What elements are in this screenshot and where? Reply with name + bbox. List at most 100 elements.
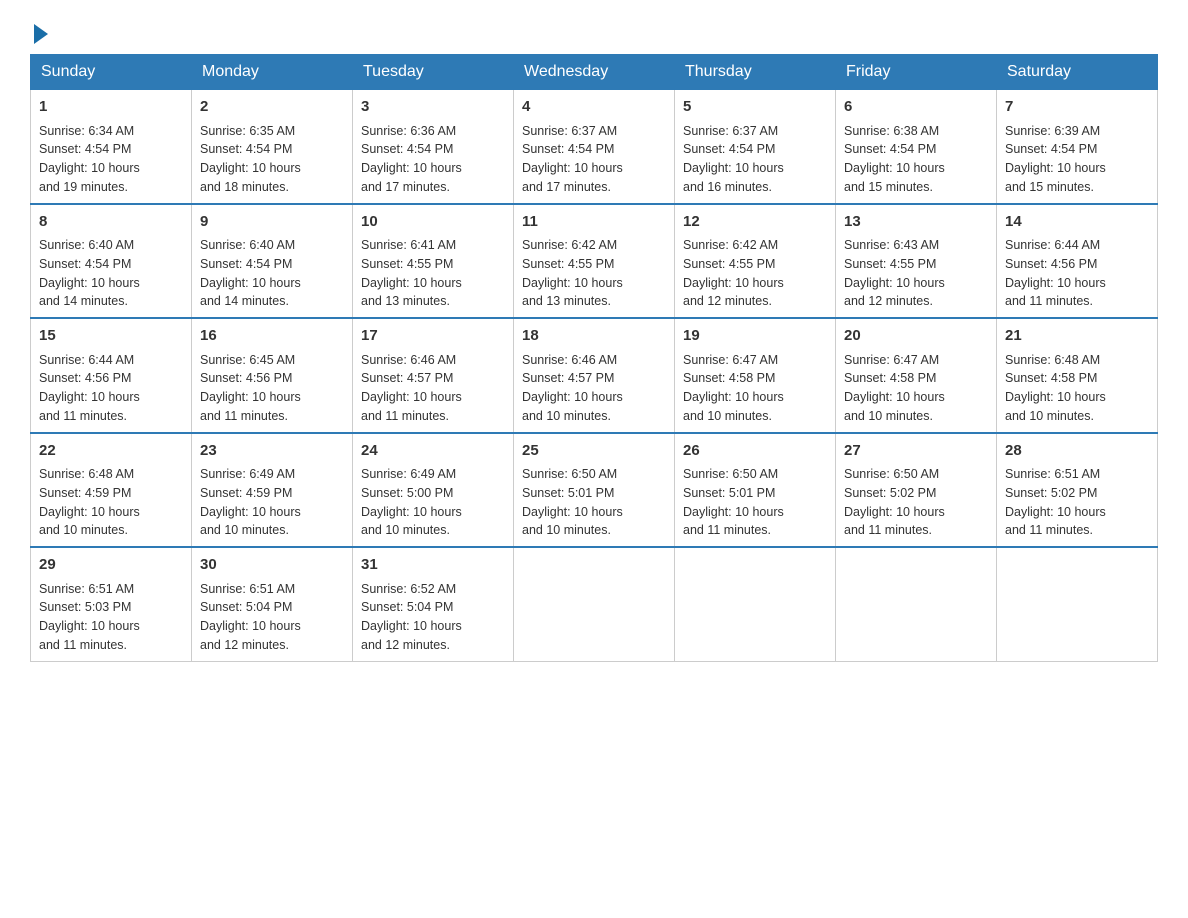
week-row-3: 15 Sunrise: 6:44 AMSunset: 4:56 PMDayligh… xyxy=(31,318,1158,433)
weekday-header-thursday: Thursday xyxy=(675,55,836,90)
calendar-cell: 23Sunrise: 6:49 AMSunset: 4:59 PMDayligh… xyxy=(192,433,353,548)
day-number: 3 xyxy=(361,96,505,119)
weekday-header-friday: Friday xyxy=(836,55,997,90)
day-info: Sunrise: 6:44 AMSunset: 4:56 PMDaylight:… xyxy=(39,351,183,426)
day-number: 18 xyxy=(522,325,666,348)
calendar-cell: 20 Sunrise: 6:47 AMSunset: 4:58 PMDayligh… xyxy=(836,318,997,433)
day-info: Sunrise: 6:35 AMSunset: 4:54 PMDaylight:… xyxy=(200,122,344,197)
week-row-4: 22Sunrise: 6:48 AMSunset: 4:59 PMDayligh… xyxy=(31,433,1158,548)
day-number: 20 xyxy=(844,325,988,348)
calendar-cell: 7 Sunrise: 6:39 AMSunset: 4:54 PMDaylight… xyxy=(997,90,1158,204)
day-number: 9 xyxy=(200,211,344,234)
calendar-cell: 24Sunrise: 6:49 AMSunset: 5:00 PMDayligh… xyxy=(353,433,514,548)
calendar-cell: 9Sunrise: 6:40 AMSunset: 4:54 PMDaylight… xyxy=(192,204,353,319)
day-info: Sunrise: 6:46 AMSunset: 4:57 PMDaylight:… xyxy=(361,351,505,426)
day-info: Sunrise: 6:47 AMSunset: 4:58 PMDaylight:… xyxy=(683,351,827,426)
calendar-cell: 30 Sunrise: 6:51 AMSunset: 5:04 PMDayligh… xyxy=(192,547,353,661)
day-info: Sunrise: 6:51 AMSunset: 5:02 PMDaylight:… xyxy=(1005,465,1149,540)
day-number: 10 xyxy=(361,211,505,234)
day-info: Sunrise: 6:44 AMSunset: 4:56 PMDaylight:… xyxy=(1005,236,1149,311)
day-info: Sunrise: 6:48 AMSunset: 4:59 PMDaylight:… xyxy=(39,465,183,540)
calendar-cell: 4 Sunrise: 6:37 AMSunset: 4:54 PMDaylight… xyxy=(514,90,675,204)
calendar-cell: 12Sunrise: 6:42 AMSunset: 4:55 PMDayligh… xyxy=(675,204,836,319)
day-info: Sunrise: 6:37 AMSunset: 4:54 PMDaylight:… xyxy=(522,122,666,197)
calendar-cell: 3 Sunrise: 6:36 AMSunset: 4:54 PMDaylight… xyxy=(353,90,514,204)
day-info: Sunrise: 6:38 AMSunset: 4:54 PMDaylight:… xyxy=(844,122,988,197)
day-number: 14 xyxy=(1005,211,1149,234)
calendar-cell xyxy=(675,547,836,661)
day-info: Sunrise: 6:37 AMSunset: 4:54 PMDaylight:… xyxy=(683,122,827,197)
day-number: 21 xyxy=(1005,325,1149,348)
day-info: Sunrise: 6:41 AMSunset: 4:55 PMDaylight:… xyxy=(361,236,505,311)
day-info: Sunrise: 6:45 AMSunset: 4:56 PMDaylight:… xyxy=(200,351,344,426)
day-number: 17 xyxy=(361,325,505,348)
day-info: Sunrise: 6:42 AMSunset: 4:55 PMDaylight:… xyxy=(522,236,666,311)
header-area xyxy=(30,20,1158,44)
day-info: Sunrise: 6:40 AMSunset: 4:54 PMDaylight:… xyxy=(39,236,183,311)
day-number: 28 xyxy=(1005,440,1149,463)
day-info: Sunrise: 6:51 AMSunset: 5:04 PMDaylight:… xyxy=(200,580,344,655)
day-number: 27 xyxy=(844,440,988,463)
logo xyxy=(30,20,48,44)
day-number: 12 xyxy=(683,211,827,234)
day-info: Sunrise: 6:49 AMSunset: 4:59 PMDaylight:… xyxy=(200,465,344,540)
calendar-cell: 18Sunrise: 6:46 AMSunset: 4:57 PMDayligh… xyxy=(514,318,675,433)
calendar-cell: 29Sunrise: 6:51 AMSunset: 5:03 PMDayligh… xyxy=(31,547,192,661)
weekday-header-row: SundayMondayTuesdayWednesdayThursdayFrid… xyxy=(31,55,1158,90)
day-info: Sunrise: 6:50 AMSunset: 5:01 PMDaylight:… xyxy=(522,465,666,540)
day-info: Sunrise: 6:36 AMSunset: 4:54 PMDaylight:… xyxy=(361,122,505,197)
week-row-2: 8Sunrise: 6:40 AMSunset: 4:54 PMDaylight… xyxy=(31,204,1158,319)
calendar-cell: 27Sunrise: 6:50 AMSunset: 5:02 PMDayligh… xyxy=(836,433,997,548)
calendar-cell: 15 Sunrise: 6:44 AMSunset: 4:56 PMDayligh… xyxy=(31,318,192,433)
week-row-1: 1 Sunrise: 6:34 AMSunset: 4:54 PMDaylight… xyxy=(31,90,1158,204)
day-number: 8 xyxy=(39,211,183,234)
day-number: 11 xyxy=(522,211,666,234)
day-number: 30 xyxy=(200,554,344,577)
calendar-cell xyxy=(997,547,1158,661)
day-info: Sunrise: 6:40 AMSunset: 4:54 PMDaylight:… xyxy=(200,236,344,311)
day-number: 19 xyxy=(683,325,827,348)
day-info: Sunrise: 6:43 AMSunset: 4:55 PMDaylight:… xyxy=(844,236,988,311)
day-number: 22 xyxy=(39,440,183,463)
day-info: Sunrise: 6:47 AMSunset: 4:58 PMDaylight:… xyxy=(844,351,988,426)
calendar-cell: 28Sunrise: 6:51 AMSunset: 5:02 PMDayligh… xyxy=(997,433,1158,548)
calendar-table: SundayMondayTuesdayWednesdayThursdayFrid… xyxy=(30,54,1158,662)
calendar-cell: 6 Sunrise: 6:38 AMSunset: 4:54 PMDaylight… xyxy=(836,90,997,204)
weekday-header-saturday: Saturday xyxy=(997,55,1158,90)
day-info: Sunrise: 6:50 AMSunset: 5:02 PMDaylight:… xyxy=(844,465,988,540)
logo-arrow-icon xyxy=(34,24,48,44)
day-info: Sunrise: 6:39 AMSunset: 4:54 PMDaylight:… xyxy=(1005,122,1149,197)
day-number: 29 xyxy=(39,554,183,577)
day-number: 31 xyxy=(361,554,505,577)
calendar-cell: 21 Sunrise: 6:48 AMSunset: 4:58 PMDayligh… xyxy=(997,318,1158,433)
weekday-header-monday: Monday xyxy=(192,55,353,90)
weekday-header-sunday: Sunday xyxy=(31,55,192,90)
day-info: Sunrise: 6:34 AMSunset: 4:54 PMDaylight:… xyxy=(39,122,183,197)
calendar-cell: 22Sunrise: 6:48 AMSunset: 4:59 PMDayligh… xyxy=(31,433,192,548)
calendar-cell: 1 Sunrise: 6:34 AMSunset: 4:54 PMDaylight… xyxy=(31,90,192,204)
calendar-cell: 16 Sunrise: 6:45 AMSunset: 4:56 PMDayligh… xyxy=(192,318,353,433)
day-number: 1 xyxy=(39,96,183,119)
day-number: 7 xyxy=(1005,96,1149,119)
day-info: Sunrise: 6:42 AMSunset: 4:55 PMDaylight:… xyxy=(683,236,827,311)
day-number: 23 xyxy=(200,440,344,463)
day-number: 16 xyxy=(200,325,344,348)
calendar-cell: 25Sunrise: 6:50 AMSunset: 5:01 PMDayligh… xyxy=(514,433,675,548)
calendar-cell: 11Sunrise: 6:42 AMSunset: 4:55 PMDayligh… xyxy=(514,204,675,319)
week-row-5: 29Sunrise: 6:51 AMSunset: 5:03 PMDayligh… xyxy=(31,547,1158,661)
calendar-cell xyxy=(836,547,997,661)
day-number: 25 xyxy=(522,440,666,463)
calendar-cell xyxy=(514,547,675,661)
day-number: 4 xyxy=(522,96,666,119)
day-number: 13 xyxy=(844,211,988,234)
day-number: 6 xyxy=(844,96,988,119)
calendar-cell: 5Sunrise: 6:37 AMSunset: 4:54 PMDaylight… xyxy=(675,90,836,204)
day-number: 15 xyxy=(39,325,183,348)
calendar-cell: 8Sunrise: 6:40 AMSunset: 4:54 PMDaylight… xyxy=(31,204,192,319)
day-info: Sunrise: 6:49 AMSunset: 5:00 PMDaylight:… xyxy=(361,465,505,540)
day-info: Sunrise: 6:48 AMSunset: 4:58 PMDaylight:… xyxy=(1005,351,1149,426)
day-number: 26 xyxy=(683,440,827,463)
weekday-header-tuesday: Tuesday xyxy=(353,55,514,90)
logo-top xyxy=(30,20,48,44)
calendar-cell: 19 Sunrise: 6:47 AMSunset: 4:58 PMDayligh… xyxy=(675,318,836,433)
